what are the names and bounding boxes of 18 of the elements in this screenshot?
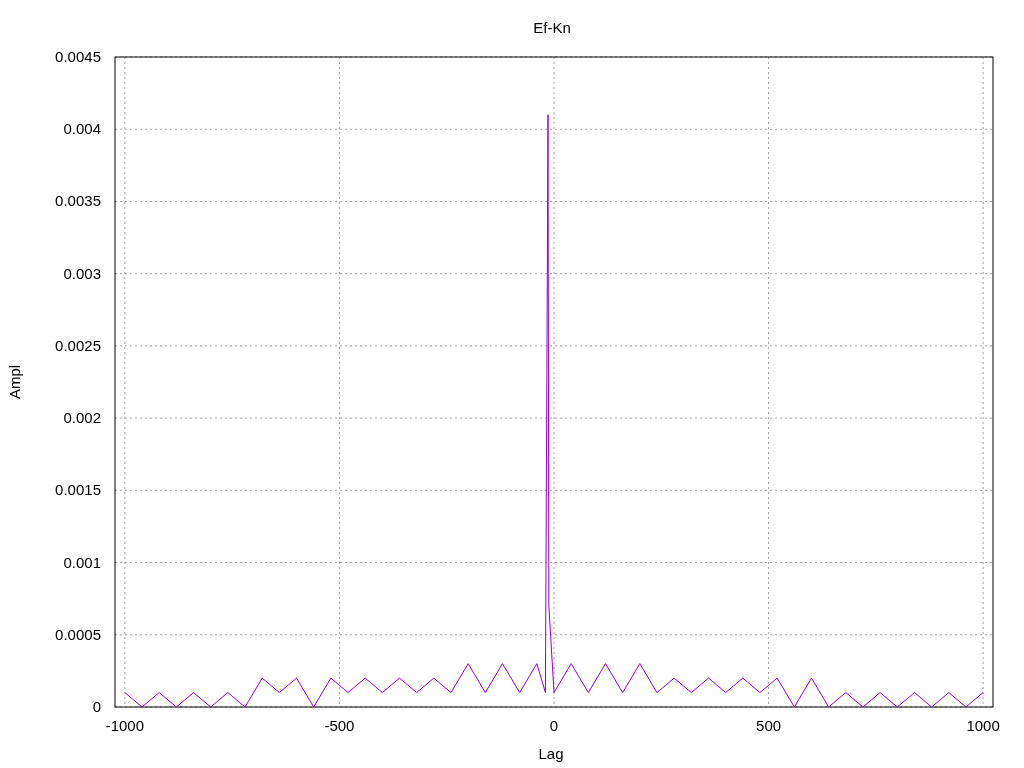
x-axis-label: Lag [538, 745, 564, 762]
y-tick-label: 0.0035 [55, 192, 101, 210]
x-tick-label: 500 [756, 717, 782, 734]
x-tick-label: 0 [549, 717, 559, 734]
y-tick-label: 0.003 [63, 264, 101, 282]
y-tick-label: 0.001 [63, 553, 101, 571]
x-tick-label: 1000 [966, 717, 1000, 734]
y-axis-label: Ampl [6, 364, 23, 400]
x-tick-label: -1000 [105, 717, 145, 734]
y-tick-label: 0.002 [63, 409, 101, 427]
y-tick-label: 0.0015 [55, 481, 101, 499]
y-tick-label: 0.0025 [55, 336, 101, 354]
x-tick-label: -500 [324, 717, 355, 734]
y-tick-label: 0.0045 [55, 48, 101, 65]
chart-title: Ef-Kn [533, 19, 571, 36]
y-tick-label: 0.0005 [55, 625, 101, 643]
y-tick-label: 0.004 [63, 120, 101, 138]
y-tick-label: 0 [92, 698, 101, 715]
